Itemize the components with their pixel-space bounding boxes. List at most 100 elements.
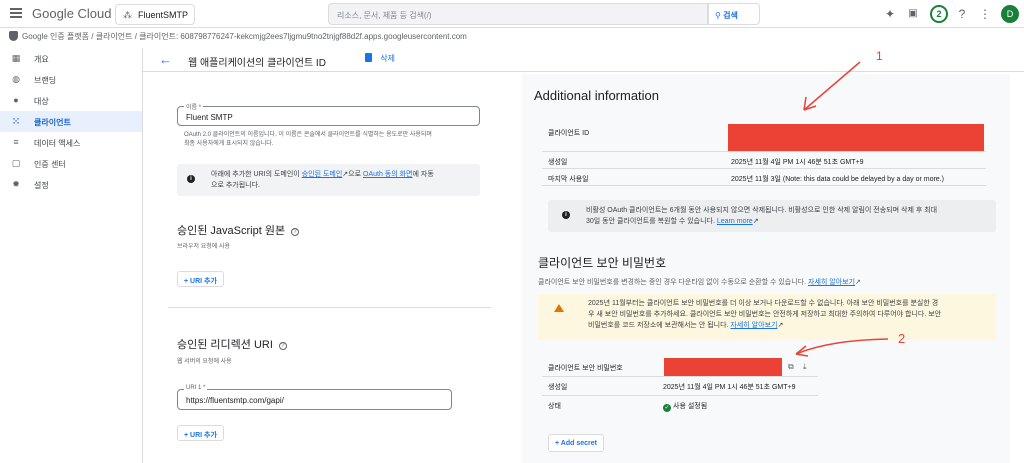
warning-line-3: 비밀번호를 코드 저장소에 보관해서는 안 됩니다. (588, 322, 729, 329)
additional-info-panel: Additional information 클라이언트 ID 생성일 2025… (522, 74, 1010, 463)
external-link-icon: ↗ (777, 322, 784, 329)
more-vert-icon[interactable]: ⋮ (977, 6, 993, 22)
page-title: 웹 애플리케이션의 클라이언트 ID (188, 58, 326, 69)
learn-more-link[interactable]: Learn more (717, 218, 753, 225)
sidebar-item-overview[interactable]: ▦ 개요 (0, 48, 142, 69)
trash-icon (365, 53, 372, 62)
back-arrow-icon[interactable]: ← (159, 52, 172, 67)
sidebar-item-label: 브랜딩 (34, 76, 57, 85)
secret-created-value: 2025년 11월 4일 PM 1시 46분 51초 GMT+9 (663, 384, 796, 391)
uri-1-value: https://fluentsmtp.com/gapi/ (186, 396, 284, 405)
menu-icon[interactable] (10, 8, 22, 18)
created-key: 생성일 (548, 159, 568, 166)
delete-button-label: 삭제 (380, 54, 395, 63)
sidebar-item-verification[interactable]: ▢ 인증 센터 (0, 153, 142, 174)
client-secret-desc: 클라이언트 보안 비밀번호를 변경하는 중인 경우 다운타임 없이 수동으로 순… (538, 278, 861, 287)
sidebar-item-label: 데이터 액세스 (34, 139, 81, 148)
search-icon: ⚲ (715, 11, 721, 20)
add-redirect-uri-button[interactable]: + URI 추가 (177, 425, 224, 441)
last-used-value: 2025년 11월 3일 (Note: this data could be d… (731, 176, 944, 183)
uri-1-field[interactable]: URI 1 * https://fluentsmtp.com/gapi/ (177, 385, 452, 410)
info-text: 으로 추가됩니다. (211, 182, 260, 189)
warning-line-2: 우 새 보안 비밀번호를 추가하세요. 클라이언트 보안 비밀번호는 안전하게 … (588, 311, 942, 318)
help-circle-icon[interactable]: ? (291, 228, 300, 236)
search-button-label: 검색 (723, 11, 738, 20)
project-picker[interactable]: ⁂ FluentSMTP (115, 4, 195, 25)
secret-warning-box: 2025년 11월부터는 클라이언트 보안 비밀번호를 더 이상 보거나 다운로… (538, 294, 996, 340)
sidebar-item-label: 설정 (34, 181, 49, 190)
client-secret-title: 클라이언트 보안 비밀번호 (538, 256, 667, 270)
sidebar-item-data-access[interactable]: ≡ 데이터 액세스 (0, 132, 142, 153)
sidebar-item-label: 인증 센터 (34, 160, 66, 169)
sidebar-item-audience[interactable]: ● 대상 (0, 90, 142, 111)
inactive-note-box: i 비활성 OAuth 클라이언트는 6개월 동안 사용되지 않으면 삭제됩니다… (548, 200, 996, 232)
top-bar: Google Cloud ⁂ FluentSMTP 리소스, 문서, 제품 등 … (0, 0, 1024, 28)
redirect-uris-heading: 승인된 리디렉션 URI? (177, 336, 287, 352)
redacted-client-id (728, 124, 984, 151)
grid-icon: ▦ (11, 53, 21, 63)
section-divider (168, 307, 491, 308)
status-badge: ✓ 사용 설정됨 (663, 401, 707, 412)
last-used-key: 마지막 사용일 (548, 176, 589, 183)
sidebar-item-settings[interactable]: ✹ 설정 (0, 174, 142, 195)
table-row: 클라이언트 보안 비밀번호 ⧉ ⤓ (542, 356, 818, 377)
google-cloud-logo[interactable]: Google Cloud (32, 6, 112, 21)
person-icon: ● (13, 95, 19, 105)
domain-info-box: i 아래에 추가한 URI의 도메인이 승인된 도메인↗으로 OAuth 동의 … (177, 164, 480, 196)
delete-button[interactable]: 삭제 (365, 53, 395, 64)
breadcrumb[interactable]: Google 인증 플랫폼 / 클라이언트 / 클라이언트: 608798776… (0, 28, 1024, 44)
authorized-domains-link[interactable]: 승인된 도메인 (302, 171, 343, 178)
name-help-line-1: OAuth 2.0 클라이언트의 이름입니다. 이 이름은 콘솔에서 클라이언트… (184, 132, 432, 138)
search-input[interactable]: 리소스, 문서, 제품 등 검색(/) (328, 3, 708, 25)
inactive-note-line-1: 비활성 OAuth 클라이언트는 6개월 동안 사용되지 않으면 삭제됩니다. … (586, 207, 938, 214)
sidebar-item-label: 대상 (34, 97, 49, 106)
client-id-key: 클라이언트 ID (548, 130, 590, 137)
apps-icon: ⁙ (12, 116, 20, 126)
palette-icon: ◍ (12, 74, 20, 84)
info-text: 아래에 추가한 URI의 도메인이 (211, 171, 300, 178)
warning-line-1: 2025년 11월부터는 클라이언트 보안 비밀번호를 더 이상 보거나 다운로… (588, 300, 939, 307)
sidebar-item-clients[interactable]: ⁙ 클라이언트 (0, 111, 142, 132)
additional-info-title: Additional information (534, 88, 660, 103)
redirect-uris-help: 웹 서버의 요청에 사용 (177, 359, 232, 365)
project-name: FluentSMTP (138, 10, 189, 20)
learn-more-secret-link[interactable]: 자세히 알아보기 (730, 322, 777, 329)
external-link-icon: ↗ (752, 218, 759, 225)
download-icon[interactable]: ⤓ (803, 362, 807, 372)
avatar[interactable]: D (1001, 5, 1019, 23)
name-field-label: 이름 * (184, 102, 204, 111)
project-icon: ⁂ (123, 10, 132, 20)
sidebar-item-branding[interactable]: ◍ 브랜딩 (0, 69, 142, 90)
created-value: 2025년 11월 4일 PM 1시 46분 51초 GMT+9 (731, 159, 864, 166)
name-field[interactable]: 이름 * Fluent SMTP (177, 102, 480, 126)
client-secret-desc-text: 클라이언트 보안 비밀번호를 변경하는 중인 경우 다운타임 없이 수동으로 순… (538, 279, 807, 286)
notifications-badge[interactable]: 2 (930, 5, 948, 23)
secret-key: 클라이언트 보안 비밀번호 (548, 365, 623, 372)
warning-icon (554, 304, 564, 312)
name-help-text: OAuth 2.0 클라이언트의 이름입니다. 이 이름은 콘솔에서 클라이언트… (184, 131, 484, 149)
redirect-uris-title: 승인된 리디렉션 URI (177, 339, 273, 351)
info-text: 에 자동 (412, 171, 434, 178)
oauth-consent-link[interactable]: OAuth 동의 화면 (363, 171, 413, 178)
badge-icon: ▢ (11, 158, 21, 168)
js-origins-heading: 승인된 JavaScript 원본? (177, 222, 300, 238)
page-header: ← 웹 애플리케이션의 클라이언트 ID 삭제 (143, 48, 1024, 72)
check-circle-icon: ✓ (663, 404, 671, 412)
copy-icon[interactable]: ⧉ (788, 362, 794, 372)
help-circle-icon[interactable]: ? (278, 342, 287, 350)
client-info-table: 클라이언트 ID 생성일 2025년 11월 4일 PM 1시 46분 51초 … (542, 120, 986, 186)
name-help-line-2: 최종 사용자에게 표시되지 않습니다. (184, 141, 274, 147)
cloud-shell-icon[interactable]: ▣ (905, 6, 921, 22)
add-js-uri-button[interactable]: + URI 추가 (177, 271, 224, 287)
help-icon[interactable]: ? (954, 6, 970, 22)
sidebar-item-label: 클라이언트 (34, 118, 71, 127)
name-field-value: Fluent SMTP (186, 113, 233, 122)
table-row: 생성일 2025년 11월 4일 PM 1시 46분 51초 GMT+9 (542, 377, 818, 396)
status-value: 사용 설정됨 (673, 403, 708, 410)
search-button[interactable]: ⚲ 검색 (708, 3, 760, 25)
table-row: 클라이언트 ID (542, 120, 986, 152)
gemini-icon[interactable]: ✦ (882, 6, 898, 22)
add-secret-button[interactable]: + Add secret (548, 434, 604, 452)
js-origins-help: 브라우저 요청에 사용 (177, 244, 231, 250)
learn-more-rotate-link[interactable]: 자세히 알아보기 (808, 279, 855, 286)
